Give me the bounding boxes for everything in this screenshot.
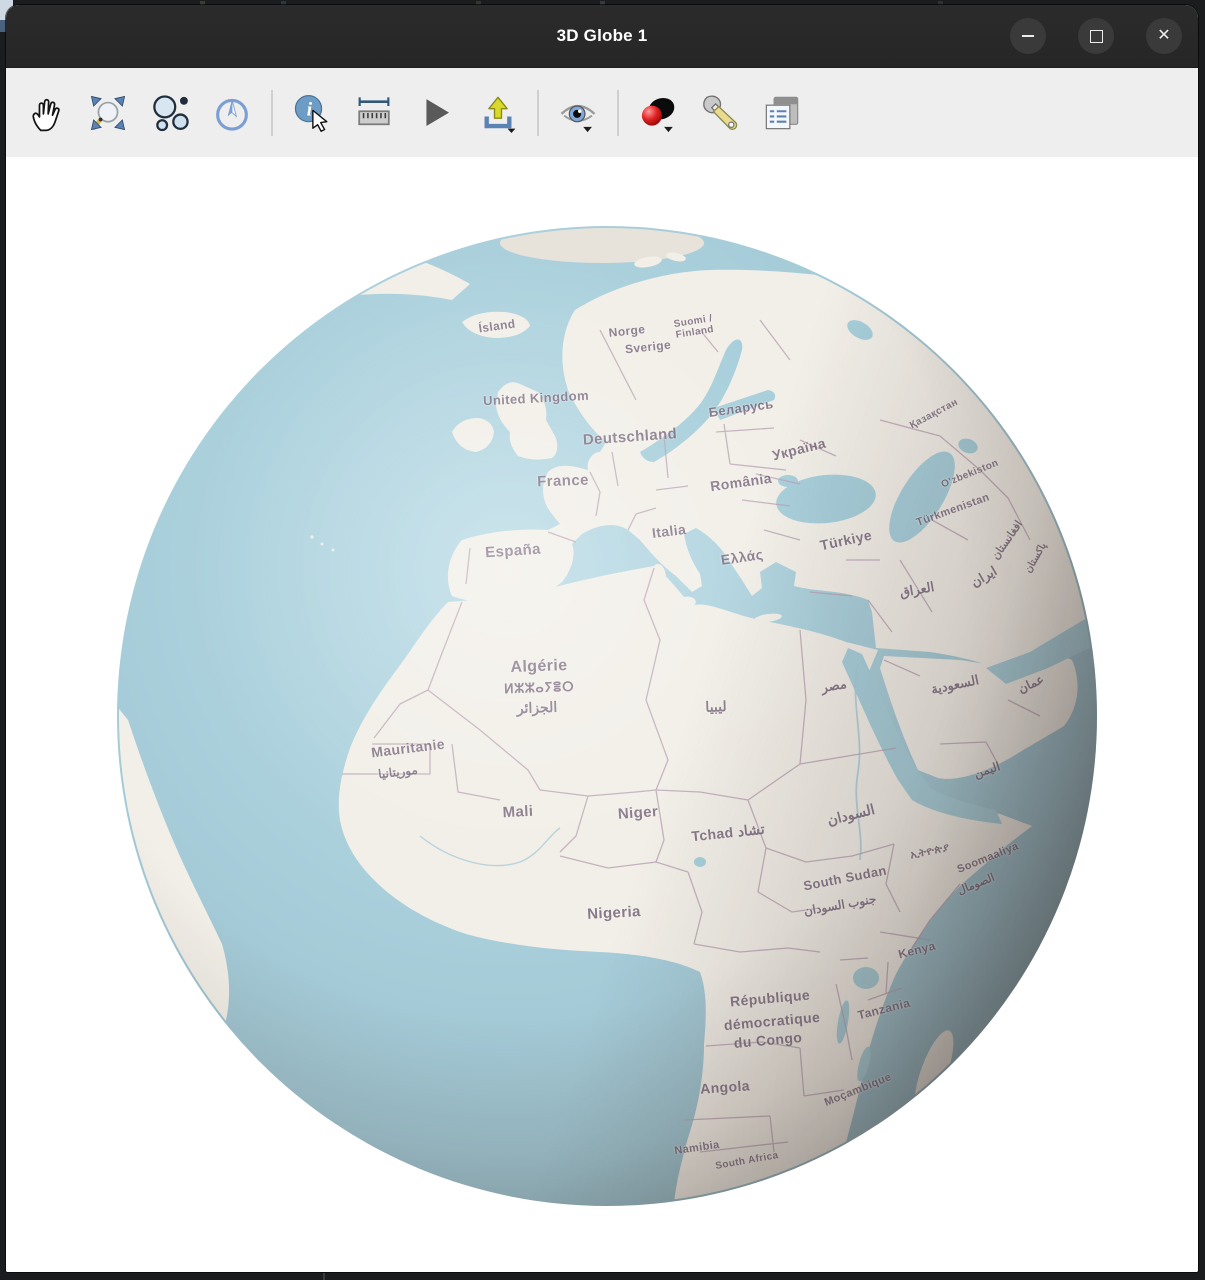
globe-window: 3D Globe 1 ✕: [6, 5, 1198, 1272]
panel-toggle-button[interactable]: [756, 79, 808, 147]
globe-appearance-button[interactable]: [632, 79, 684, 147]
play-icon: [416, 90, 456, 136]
measure-button[interactable]: [348, 79, 400, 147]
identify-cursor-icon: i: [292, 90, 332, 136]
compass-button[interactable]: [206, 79, 258, 147]
panel-icon: [762, 90, 802, 136]
compass-icon: [212, 90, 252, 136]
globe-viewport[interactable]: [6, 157, 1198, 1272]
toolbar-separator: [271, 90, 273, 136]
toolbar-separator: [617, 90, 619, 136]
zoom-extent-icon: [88, 90, 128, 136]
circles-icon: [150, 90, 190, 136]
toolbar-separator: [537, 90, 539, 136]
identify-button[interactable]: i: [286, 79, 338, 147]
maximize-button[interactable]: [1078, 18, 1114, 54]
view-options-button[interactable]: [552, 79, 604, 147]
minimize-icon: [1022, 35, 1034, 37]
settings-button[interactable]: [694, 79, 746, 147]
export-icon: [478, 90, 518, 136]
desktop: 3D Globe 1 ✕: [0, 0, 1205, 1280]
zoom-full-extent-button[interactable]: [82, 79, 134, 147]
window-title: 3D Globe 1: [557, 26, 648, 46]
wrench-icon: [700, 90, 740, 136]
close-icon: ✕: [1157, 28, 1170, 44]
hand-icon: [26, 90, 66, 136]
pan-tool-button[interactable]: [20, 79, 72, 147]
ruler-icon: [354, 90, 394, 136]
sphere-icon: [638, 90, 678, 136]
zoom-scale-button[interactable]: [144, 79, 196, 147]
export-button[interactable]: [472, 79, 524, 147]
maximize-icon: [1090, 30, 1103, 43]
eye-icon: [558, 90, 598, 136]
close-button[interactable]: ✕: [1146, 18, 1182, 54]
play-animation-button[interactable]: [410, 79, 462, 147]
desktop-fragment-line: [323, 1273, 325, 1280]
minimize-button[interactable]: [1010, 18, 1046, 54]
window-controls: ✕: [1010, 18, 1182, 54]
titlebar[interactable]: 3D Globe 1 ✕: [6, 5, 1198, 68]
toolbar: i: [6, 68, 1198, 158]
svg-text:i: i: [307, 99, 313, 120]
